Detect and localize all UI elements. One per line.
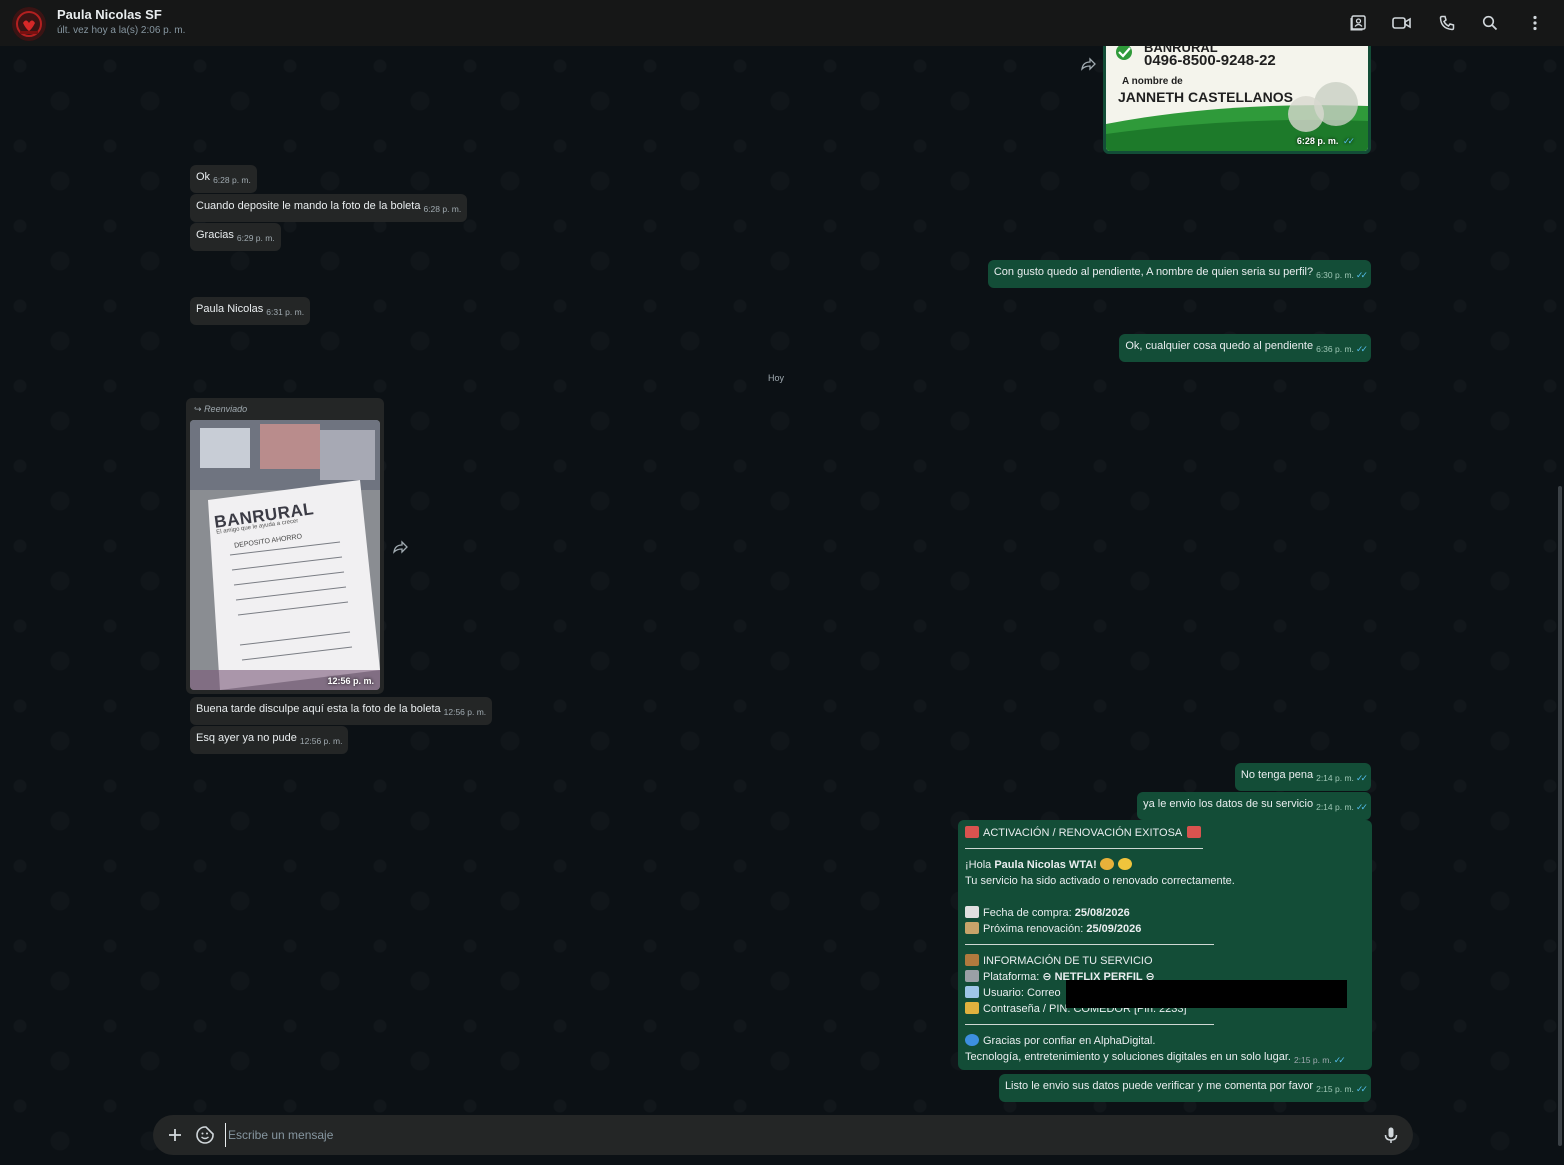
wave-icon bbox=[1099, 858, 1114, 870]
message-time: 2:14 p. m. ✓✓ bbox=[1316, 802, 1368, 812]
outgoing-message[interactable]: Con gusto quedo al pendiente, A nombre d… bbox=[987, 260, 1371, 288]
id-card-icon bbox=[965, 986, 979, 998]
ticket-icon bbox=[1186, 826, 1201, 838]
info-title-line: INFORMACIÓN DE TU SERVICIO bbox=[965, 953, 1365, 969]
image-message-receipt[interactable]: ↪ Reenviado BANRURAL El amigo que le ayu… bbox=[186, 398, 384, 694]
attach-plus-icon[interactable] bbox=[165, 1125, 185, 1145]
message-text: ya le envio los datos de su servicio bbox=[1143, 798, 1314, 810]
compose-bar bbox=[153, 1115, 1413, 1155]
incoming-message[interactable]: Paula Nicolas 6:31 p. m. bbox=[190, 297, 311, 325]
read-ticks-icon: ✓✓ bbox=[1333, 1055, 1346, 1065]
contact-name[interactable]: Paula Nicolas SF bbox=[57, 7, 162, 22]
incoming-message[interactable]: Cuando deposite le mando la foto de la b… bbox=[190, 194, 468, 222]
forward-icon[interactable] bbox=[392, 540, 408, 554]
divider bbox=[965, 848, 1203, 849]
scrollbar[interactable] bbox=[1558, 486, 1562, 1146]
chat-header: Paula Nicolas SF últ. vez hoy a la(s) 2:… bbox=[0, 0, 1564, 46]
incoming-message[interactable]: Esq ayer ya no pude 12:56 p. m. bbox=[190, 726, 349, 754]
message-time: 6:30 p. m. ✓✓ bbox=[1316, 270, 1368, 280]
blue-heart-icon bbox=[965, 1034, 979, 1046]
read-ticks-icon: ✓✓ bbox=[1355, 773, 1368, 783]
incoming-message[interactable]: Gracias 6:29 p. m. bbox=[190, 223, 281, 251]
customer-name: Paula Nicolas WTA! bbox=[994, 859, 1097, 871]
hourglass-icon bbox=[965, 922, 979, 934]
holder-name-text: JANNETH CASTELLANOS bbox=[1118, 89, 1294, 105]
emoji-sticker-icon[interactable] bbox=[195, 1125, 215, 1145]
thanks-line: Gracias por confiar en AlphaDigital. bbox=[965, 1033, 1365, 1049]
message-text: Buena tarde disculpe aquí esta la foto d… bbox=[196, 703, 441, 715]
message-text: Ok, cualquier cosa quedo al pendiente bbox=[1125, 340, 1314, 352]
forwarded-label: ↪ Reenviado bbox=[194, 404, 248, 414]
divider bbox=[965, 1024, 1214, 1025]
message-text: Con gusto quedo al pendiente, A nombre d… bbox=[993, 266, 1314, 278]
message-time: 6:36 p. m. ✓✓ bbox=[1316, 344, 1368, 354]
message-text: Paula Nicolas bbox=[196, 303, 264, 315]
package-icon bbox=[965, 954, 979, 966]
phone-icon[interactable] bbox=[1435, 11, 1459, 35]
message-time: 12:56 p. m. bbox=[299, 736, 343, 746]
message-text: Listo le envio sus datos puede verificar… bbox=[1004, 1080, 1314, 1092]
message-text: Esq ayer ya no pude bbox=[196, 732, 297, 744]
search-icon[interactable] bbox=[1478, 11, 1502, 35]
receipt-photo[interactable]: BANRURAL El amigo que le ayuda a crecer … bbox=[190, 420, 380, 690]
purchase-date-line: Fecha de compra: 25/08/2026 bbox=[965, 905, 1365, 921]
incoming-message[interactable]: Ok 6:28 p. m. bbox=[190, 165, 257, 193]
last-seen-status: últ. vez hoy a la(s) 2:06 p. m. bbox=[57, 25, 186, 36]
image-message-bank-details[interactable]: BANRURAL 0496-8500-9248-22 A nombre de J… bbox=[1103, 46, 1371, 154]
message-time: 12:56 p. m. bbox=[443, 707, 487, 717]
message-time: 2:15 p. m. ✓✓ bbox=[1316, 1084, 1368, 1094]
message-time: 6:28 p. m. bbox=[423, 204, 462, 214]
activation-message[interactable]: ACTIVACIÓN / RENOVACIÓN EXITOSA ¡Hola Pa… bbox=[958, 820, 1372, 1070]
tagline-line: Tecnología, entretenimiento y soluciones… bbox=[965, 1051, 1346, 1065]
redaction-box bbox=[1066, 980, 1347, 1008]
read-ticks-icon: ✓✓ bbox=[1355, 270, 1368, 280]
status-line: Tu servicio ha sido activado o renovado … bbox=[965, 875, 1235, 887]
microphone-icon[interactable] bbox=[1381, 1125, 1401, 1145]
read-ticks-icon: ✓✓ bbox=[1355, 802, 1368, 812]
incoming-message[interactable]: Buena tarde disculpe aquí esta la foto d… bbox=[190, 697, 493, 725]
video-call-icon[interactable] bbox=[1390, 11, 1414, 35]
message-time: 12:56 p. m. bbox=[327, 676, 374, 686]
smile-icon bbox=[1117, 858, 1132, 870]
forward-icon[interactable] bbox=[1080, 57, 1096, 71]
whatsapp-app: Paula Nicolas SF últ. vez hoy a la(s) 2:… bbox=[0, 0, 1564, 1165]
lock-icon bbox=[965, 1002, 979, 1014]
forward-icon: ↪ bbox=[194, 404, 202, 414]
message-input[interactable] bbox=[225, 1123, 1365, 1147]
message-time: 6:28 p. m. bbox=[213, 175, 251, 185]
message-time: 6:31 p. m. bbox=[266, 307, 305, 317]
activation-title: ACTIVACIÓN / RENOVACIÓN EXITOSA bbox=[983, 827, 1182, 839]
outgoing-message[interactable]: No tenga pena 2:14 p. m. ✓✓ bbox=[1234, 763, 1371, 791]
message-text: Ok bbox=[196, 171, 211, 183]
divider bbox=[965, 944, 1214, 945]
message-text: Cuando deposite le mando la foto de la b… bbox=[196, 200, 421, 212]
read-ticks-icon: ✓✓ bbox=[1355, 1084, 1368, 1094]
message-text: No tenga pena bbox=[1240, 769, 1314, 781]
calendar-icon bbox=[965, 906, 979, 918]
account-number-text: 0496-8500-9248-22 bbox=[1144, 52, 1276, 69]
bank-details-image[interactable]: BANRURAL 0496-8500-9248-22 A nombre de J… bbox=[1106, 46, 1368, 151]
outgoing-message[interactable]: ya le envio los datos de su servicio 2:14… bbox=[1137, 792, 1371, 820]
message-text: Gracias bbox=[196, 229, 234, 241]
clapper-icon bbox=[965, 970, 979, 982]
message-time: 2:14 p. m. ✓✓ bbox=[1316, 773, 1368, 783]
date-separator: Hoy bbox=[768, 373, 785, 383]
read-ticks-icon: ✓✓ bbox=[1355, 344, 1368, 354]
message-time: 6:28 p. m. ✓✓ bbox=[1296, 136, 1355, 146]
ticket-icon bbox=[965, 826, 979, 838]
message-time: 6:29 p. m. bbox=[236, 233, 275, 243]
outgoing-message[interactable]: Listo le envio sus datos puede verificar… bbox=[998, 1074, 1371, 1102]
activation-title-line: ACTIVACIÓN / RENOVACIÓN EXITOSA bbox=[965, 825, 1365, 841]
holder-label-text: A nombre de bbox=[1122, 76, 1183, 87]
greeting-line: ¡Hola Paula Nicolas WTA! bbox=[965, 857, 1365, 873]
more-options-icon[interactable] bbox=[1523, 11, 1547, 35]
outgoing-message[interactable]: Ok, cualquier cosa quedo al pendiente 6:3… bbox=[1119, 334, 1371, 362]
message-time: 2:15 p. m. ✓✓ bbox=[1293, 1055, 1346, 1065]
renewal-date-line: Próxima renovación: 25/09/2026 bbox=[965, 921, 1365, 937]
avatar[interactable] bbox=[12, 7, 46, 41]
contact-card-icon[interactable] bbox=[1346, 11, 1370, 35]
